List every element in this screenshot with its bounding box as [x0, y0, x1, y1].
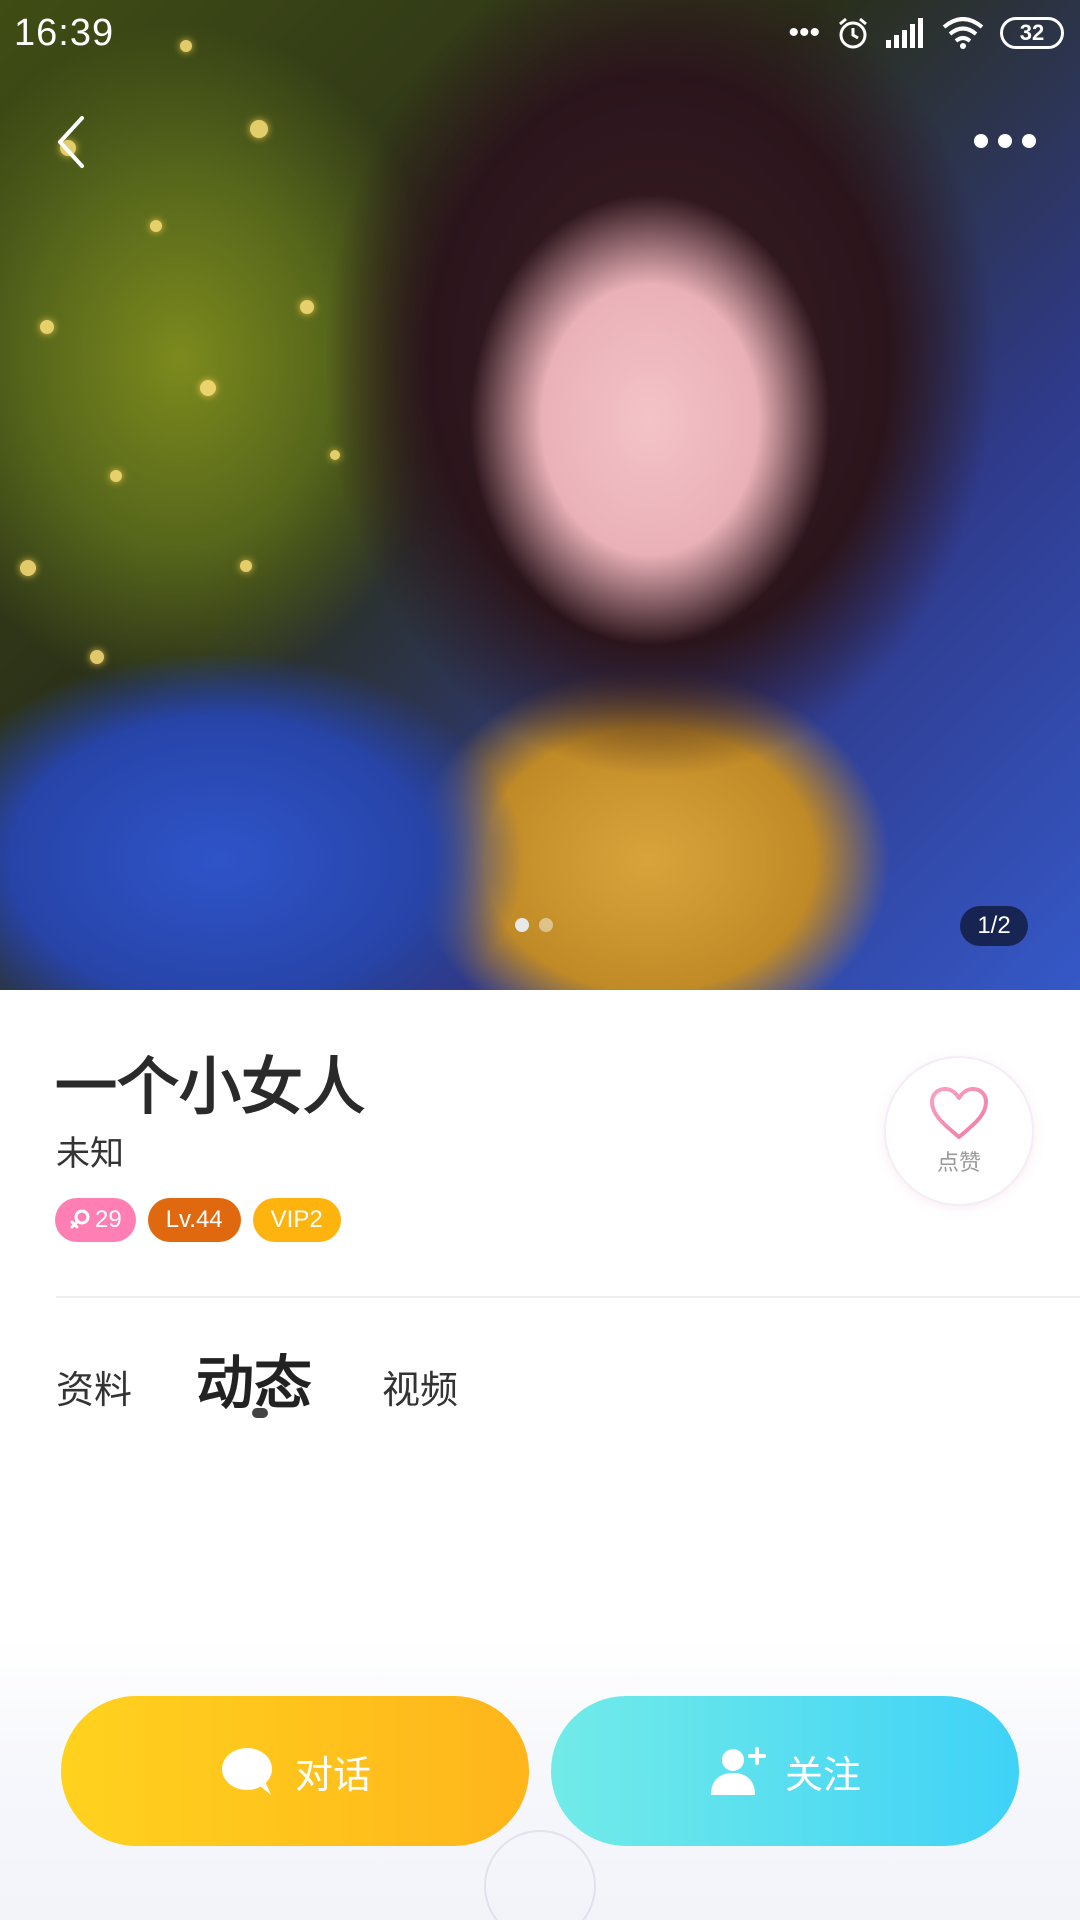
chat-button[interactable]: 对话	[61, 1696, 529, 1846]
tab-info[interactable]: 资料	[56, 1359, 132, 1414]
follow-label: 关注	[784, 1752, 861, 1797]
vip-value: VIP2	[270, 1206, 323, 1233]
tab-videos[interactable]: 视频	[382, 1359, 458, 1414]
pager-dot-active	[515, 918, 529, 932]
section-divider	[56, 1296, 1080, 1298]
wifi-icon	[942, 17, 984, 49]
more-options-icon[interactable]	[974, 126, 1044, 156]
status-icons: ••• 32	[788, 16, 1064, 50]
age-badge: 29	[55, 1198, 136, 1242]
photo-sparkle	[150, 220, 162, 232]
photo-counter: 1/2	[960, 906, 1028, 946]
photo-sparkle	[110, 470, 122, 482]
more-dots-icon: •••	[788, 16, 820, 49]
alarm-icon	[839, 17, 867, 49]
active-tab-indicator	[252, 1408, 268, 1418]
chat-label: 对话	[294, 1752, 371, 1797]
photo-sparkle	[240, 560, 252, 572]
profile-name: 一个小女人	[55, 1050, 366, 1123]
photo-pager	[515, 918, 553, 932]
level-value: Lv.44	[165, 1206, 223, 1233]
follow-button[interactable]: 关注	[551, 1696, 1019, 1846]
profile-gender: 未知	[56, 1134, 124, 1174]
chat-bubble-icon	[221, 1748, 272, 1795]
photo-sparkle	[300, 300, 314, 314]
status-time: 16:39	[14, 11, 115, 54]
battery-level: 32	[1019, 20, 1045, 45]
signal-icon	[886, 18, 923, 48]
like-button[interactable]: 点赞	[884, 1056, 1034, 1206]
heart-icon	[930, 1087, 988, 1139]
profile-badges: 29 Lv.44 VIP2	[55, 1198, 341, 1242]
photo-sparkle	[250, 120, 268, 138]
add-user-icon	[710, 1747, 766, 1795]
more-dot	[1022, 134, 1036, 148]
photo-sparkle	[20, 560, 36, 576]
vip-badge: VIP2	[252, 1198, 341, 1242]
tab-moments[interactable]: 动态	[196, 1336, 312, 1420]
photo-sparkle	[330, 450, 340, 460]
back-arrow-icon[interactable]	[48, 112, 96, 172]
more-dot	[998, 134, 1012, 148]
status-bar: 16:39 ••• 32	[0, 0, 1080, 66]
female-icon	[70, 1209, 90, 1229]
level-badge: Lv.44	[147, 1198, 241, 1242]
pager-dot	[539, 918, 553, 932]
photo-sparkle	[90, 650, 104, 664]
profile-photo[interactable]: 16:39 ••• 32 1/2	[0, 0, 1080, 990]
battery-icon: 32	[1000, 17, 1064, 49]
more-dot	[974, 134, 988, 148]
age-value: 29	[95, 1206, 122, 1233]
like-label: 点赞	[936, 1151, 981, 1176]
photo-sparkle	[200, 380, 216, 396]
photo-sparkle	[40, 320, 54, 334]
